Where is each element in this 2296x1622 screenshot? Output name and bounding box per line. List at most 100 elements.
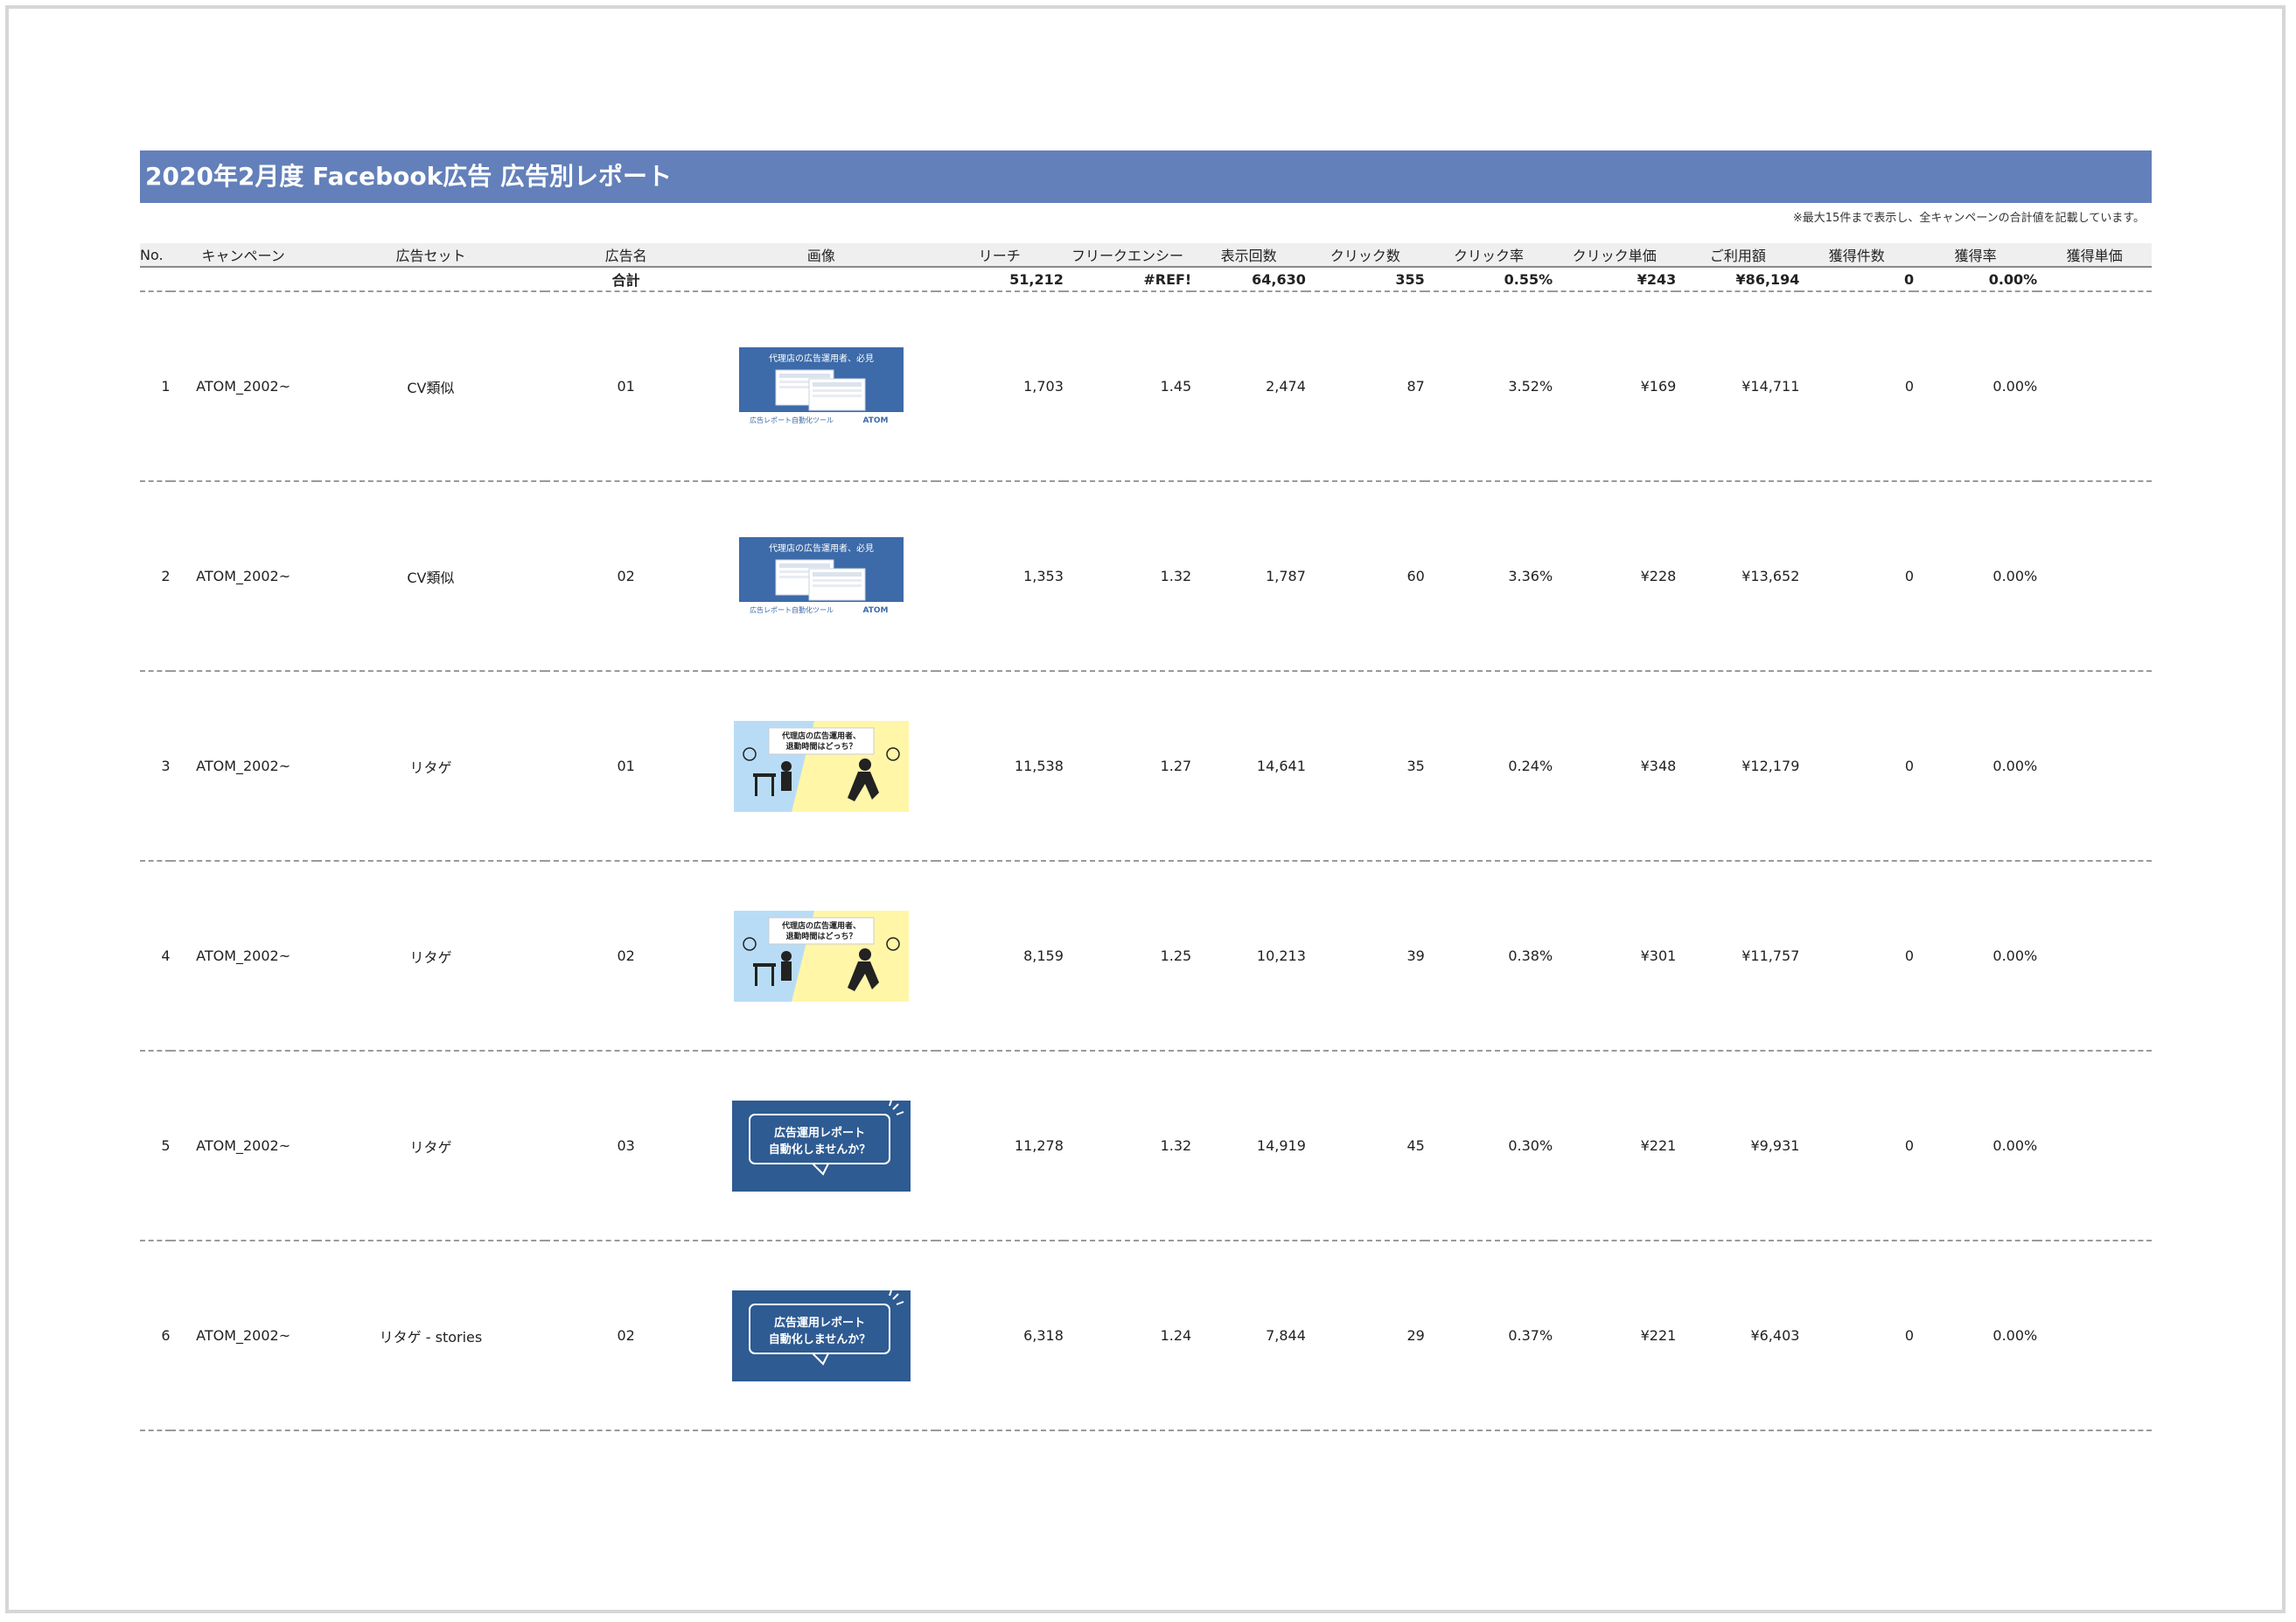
svg-text:広告運用レポート: 広告運用レポート <box>774 1316 865 1330</box>
table-row: 1 ATOM_2002~ CV類似 01 代理店の広告運用者、必見 広告レポート自動化… <box>140 291 2152 482</box>
reach-value: 8,159 <box>935 861 1064 1052</box>
table-header: No. キャンペーン 広告セット 広告名 画像 リーチ フリークエンシー 表示回… <box>140 243 2152 268</box>
frequency-value: 1.24 <box>1063 1241 1192 1431</box>
spend-value: ¥11,757 <box>1676 861 1800 1052</box>
cpa-value <box>2037 481 2152 672</box>
total-ctr: 0.55% <box>1424 267 1553 292</box>
adset-name: リタゲ <box>316 671 546 862</box>
frequency-value: 1.45 <box>1063 291 1192 482</box>
frequency-value: 1.25 <box>1063 861 1192 1052</box>
ad-image: 代理店の広告運用者、 退勤時間はどっち？ <box>707 861 936 1052</box>
ctr-value: 3.36% <box>1424 481 1553 672</box>
col-header-impressions: 表示回数 <box>1191 243 1306 268</box>
reach-value: 1,353 <box>935 481 1064 672</box>
spend-value: ¥14,711 <box>1676 291 1800 482</box>
col-header-cpa: 獲得単価 <box>2037 243 2152 268</box>
cvr-value: 0.00% <box>1914 291 2038 482</box>
conversions-value: 0 <box>1799 861 1915 1052</box>
col-header-conversions: 獲得件数 <box>1799 243 1915 268</box>
cpa-value <box>2037 1051 2152 1241</box>
svg-text:広告レポート自動化ツール: 広告レポート自動化ツール <box>750 605 834 614</box>
impressions-value: 7,844 <box>1191 1241 1306 1431</box>
svg-text:自動化しませんか？: 自動化しませんか？ <box>769 1143 871 1157</box>
col-header-clicks: クリック数 <box>1305 243 1425 268</box>
svg-text:自動化しませんか？: 自動化しませんか？ <box>769 1332 871 1346</box>
conversions-value: 0 <box>1799 291 1915 482</box>
svg-text:ATOM: ATOM <box>862 606 888 615</box>
conversions-value: 0 <box>1799 481 1915 672</box>
ad-creative-image: 代理店の広告運用者、必見 広告レポート自動化ツール ATOM <box>738 346 904 425</box>
ad-name: 03 <box>545 1051 708 1241</box>
row-number: 5 <box>140 1051 171 1241</box>
svg-text:広告運用レポート: 広告運用レポート <box>774 1126 865 1140</box>
conversions-value: 0 <box>1799 1051 1915 1241</box>
table-row: 4 ATOM_2002~ リタゲ 02 代理店の広告運用者、 退勤時間はどっち？ 8,… <box>140 861 2152 1052</box>
total-spend: ¥86,194 <box>1676 267 1800 292</box>
col-header-reach: リーチ <box>935 243 1064 268</box>
totals-label: 合計 <box>545 267 708 292</box>
svg-text:広告レポート自動化ツール: 広告レポート自動化ツール <box>750 416 834 424</box>
cpa-value <box>2037 861 2152 1052</box>
ad-image: 代理店の広告運用者、必見 広告レポート自動化ツール ATOM <box>707 481 936 672</box>
frequency-value: 1.32 <box>1063 481 1192 672</box>
cvr-value: 0.00% <box>1914 861 2038 1052</box>
frequency-value: 1.32 <box>1063 1051 1192 1241</box>
campaign-name: ATOM_2002~ <box>170 1051 317 1241</box>
total-frequency: #REF! <box>1063 267 1192 292</box>
svg-text:ATOM: ATOM <box>862 416 888 425</box>
table-row: 5 ATOM_2002~ リタゲ 03 広告運用レポート 自動化しませんか？ 11,2… <box>140 1051 2152 1241</box>
ad-creative-image: 代理店の広告運用者、 退勤時間はどっち？ <box>733 720 909 812</box>
svg-text:代理店の広告運用者、: 代理店の広告運用者、 <box>781 920 861 931</box>
ad-image: 広告運用レポート 自動化しませんか？ <box>707 1051 936 1241</box>
impressions-value: 10,213 <box>1191 861 1306 1052</box>
reach-value: 1,703 <box>935 291 1064 482</box>
impressions-value: 14,641 <box>1191 671 1306 862</box>
col-header-no: No. <box>140 243 171 268</box>
conversions-value: 0 <box>1799 671 1915 862</box>
total-conversions: 0 <box>1799 267 1915 292</box>
ad-image: 代理店の広告運用者、必見 広告レポート自動化ツール ATOM <box>707 291 936 482</box>
spend-value: ¥13,652 <box>1676 481 1800 672</box>
ad-report-table: No. キャンペーン 広告セット 広告名 画像 リーチ フリークエンシー 表示回… <box>140 243 2152 1431</box>
cvr-value: 0.00% <box>1914 1241 2038 1431</box>
svg-text:退勤時間はどっち？: 退勤時間はどっち？ <box>785 931 856 941</box>
ad-creative-image: 代理店の広告運用者、 退勤時間はどっち？ <box>733 910 909 1002</box>
col-header-adset: 広告セット <box>316 243 546 268</box>
table-row: 2 ATOM_2002~ CV類似 02 代理店の広告運用者、必見 広告レポート自動化… <box>140 481 2152 672</box>
col-header-ctr: クリック率 <box>1424 243 1553 268</box>
ad-image: 広告運用レポート 自動化しませんか？ <box>707 1241 936 1431</box>
total-cpc: ¥243 <box>1553 267 1677 292</box>
col-header-image: 画像 <box>707 243 936 268</box>
ad-image: 代理店の広告運用者、 退勤時間はどっち？ <box>707 671 936 862</box>
cpc-value: ¥348 <box>1553 671 1677 862</box>
ad-name: 01 <box>545 671 708 862</box>
report-title: 2020年2月度 Facebook広告 広告別レポート <box>140 150 2152 203</box>
clicks-value: 45 <box>1305 1051 1425 1241</box>
table-row: 3 ATOM_2002~ リタゲ 01 代理店の広告運用者、 退勤時間はどっち？ 11… <box>140 671 2152 862</box>
reach-value: 11,538 <box>935 671 1064 862</box>
adset-name: リタゲ - stories <box>316 1241 546 1431</box>
totals-row: 合計 51,212 #REF! 64,630 355 0.55% ¥243 ¥8… <box>140 267 2152 292</box>
cpc-value: ¥228 <box>1553 481 1677 672</box>
col-header-frequency: フリークエンシー <box>1063 243 1192 268</box>
svg-text:退勤時間はどっち？: 退勤時間はどっち？ <box>785 741 856 752</box>
cpc-value: ¥301 <box>1553 861 1677 1052</box>
table-row: 6 ATOM_2002~ リタゲ - stories 02 広告運用レポート 自動化し… <box>140 1241 2152 1431</box>
col-header-cvr: 獲得率 <box>1914 243 2038 268</box>
campaign-name: ATOM_2002~ <box>170 671 317 862</box>
cvr-value: 0.00% <box>1914 1051 2038 1241</box>
svg-text:代理店の広告運用者、必見: 代理店の広告運用者、必見 <box>769 542 874 554</box>
conversions-value: 0 <box>1799 1241 1915 1431</box>
ctr-value: 0.24% <box>1424 671 1553 862</box>
ctr-value: 0.30% <box>1424 1051 1553 1241</box>
clicks-value: 60 <box>1305 481 1425 672</box>
clicks-value: 87 <box>1305 291 1425 482</box>
total-clicks: 355 <box>1305 267 1425 292</box>
cpc-value: ¥169 <box>1553 291 1677 482</box>
cpc-value: ¥221 <box>1553 1241 1677 1431</box>
adset-name: リタゲ <box>316 1051 546 1241</box>
svg-text:代理店の広告運用者、必見: 代理店の広告運用者、必見 <box>769 353 874 364</box>
ctr-value: 0.38% <box>1424 861 1553 1052</box>
cvr-value: 0.00% <box>1914 671 2038 862</box>
spend-value: ¥6,403 <box>1676 1241 1800 1431</box>
